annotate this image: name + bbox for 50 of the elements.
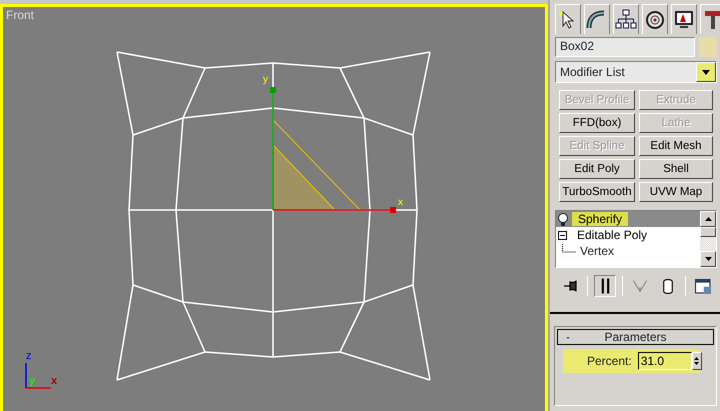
spinner-field[interactable]: 31.0	[638, 352, 692, 370]
cylinder-icon	[663, 278, 673, 294]
command-tab[interactable]	[642, 4, 668, 34]
viewport-label: Front	[6, 8, 34, 22]
axis-label: y	[29, 375, 36, 387]
field-label: Percent:	[587, 354, 632, 368]
scroll-thumb[interactable]	[700, 227, 716, 237]
viewport[interactable]: Front y x z y x	[0, 4, 548, 411]
scroll-up-button[interactable]	[700, 211, 716, 227]
modifier-button[interactable]: Edit Mesh	[639, 136, 713, 156]
gizmo-axis-label: x	[398, 197, 403, 208]
lightbulb-icon	[558, 212, 568, 226]
pin-icon	[563, 280, 577, 292]
axis-label: z	[26, 350, 32, 362]
command-tab[interactable]	[671, 4, 697, 34]
axis-label: x	[51, 375, 58, 387]
modifier-button[interactable]: UVW Map	[639, 182, 713, 202]
command-tab[interactable]	[584, 4, 610, 34]
modifier-stack-list[interactable]: Spherify Editable Poly Vertex	[555, 210, 717, 268]
modifier-button[interactable]: TurboSmooth	[559, 182, 635, 202]
name-field[interactable]: Box02	[555, 37, 695, 57]
color-swatch[interactable]	[699, 37, 717, 57]
collapse-toggle[interactable]: -	[558, 330, 578, 344]
command-tab[interactable]	[613, 4, 639, 34]
stack-subitem[interactable]: Vertex	[580, 244, 614, 258]
modifier-list-dropdown[interactable]: Modifier List	[555, 61, 717, 83]
rollout-title: Parameters	[603, 330, 668, 344]
spinner-arrows[interactable]	[692, 352, 702, 370]
modifier-button[interactable]: Shell	[639, 159, 713, 179]
hierarchy-icon	[614, 8, 638, 32]
command-tab[interactable]	[700, 4, 720, 34]
rollout-header[interactable]: - Parameters	[557, 329, 714, 345]
collapse-box-icon[interactable]	[558, 230, 567, 240]
gizmo-axis-label: y	[263, 74, 268, 85]
up-arrow-icon	[704, 217, 712, 221]
double-bar-icon	[600, 278, 610, 294]
stack-tool-button[interactable]	[594, 275, 616, 297]
axis-tripod-drawing	[25, 363, 51, 389]
caret-icon	[702, 70, 710, 74]
configure-icon	[695, 278, 711, 294]
up-arrow-icon	[694, 357, 700, 360]
stack-item[interactable]: Spherify	[572, 212, 628, 226]
command-tab[interactable]	[555, 4, 581, 34]
modifier-button[interactable]: Edit Poly	[559, 159, 635, 179]
scroll-down-button[interactable]	[700, 251, 716, 267]
fork-icon	[633, 280, 647, 292]
down-arrow-icon	[694, 362, 700, 365]
down-arrow-icon	[704, 257, 712, 261]
stack-item[interactable]: Editable Poly	[571, 228, 654, 242]
modifier-button[interactable]: FFD(box)	[559, 113, 635, 133]
